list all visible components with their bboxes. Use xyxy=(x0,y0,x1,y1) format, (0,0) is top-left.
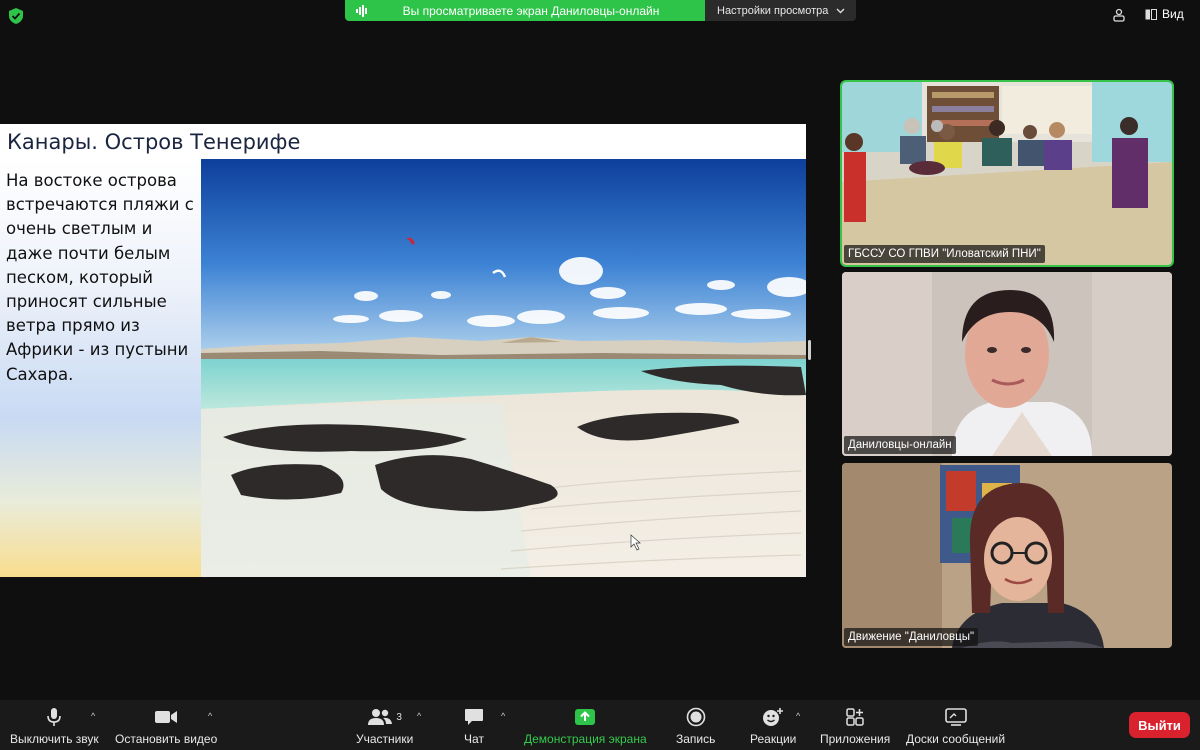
reactions-label: Реакции xyxy=(750,732,797,746)
reactions-options-caret[interactable]: ^ xyxy=(796,711,800,721)
participant-video-2 xyxy=(842,272,1172,456)
meeting-toolbar: Выключить звук ^ Остановить видео ^ 3 Уч… xyxy=(0,700,1200,750)
video-options-caret[interactable]: ^ xyxy=(208,711,212,721)
share-screen-button[interactable]: Демонстрация экрана xyxy=(524,706,647,746)
apps-icon xyxy=(846,708,864,726)
view-options-dropdown[interactable]: Настройки просмотра xyxy=(705,0,856,21)
whiteboard-icon xyxy=(944,708,967,726)
video-camera-icon xyxy=(155,711,178,723)
chat-bubble-icon xyxy=(465,709,483,725)
immersive-view-icon[interactable] xyxy=(1112,8,1126,22)
participant-name-1: ГБССУ СО ГПВИ "Иловатский ПНИ" xyxy=(844,245,1045,263)
participant-name-2: Даниловцы-онлайн xyxy=(844,436,956,454)
apps-label: Приложения xyxy=(820,732,891,746)
beach-photo xyxy=(201,159,806,577)
chat-options-caret[interactable]: ^ xyxy=(501,711,505,721)
view-button[interactable]: Вид xyxy=(1145,7,1184,21)
participant-video-1 xyxy=(842,82,1172,265)
view-options-label: Настройки просмотра xyxy=(717,4,829,17)
participant-name-3: Движение "Даниловцы" xyxy=(844,628,979,646)
apps-button[interactable]: Приложения xyxy=(820,706,890,746)
slide-text-panel: На востоке острова встречаются пляжи с о… xyxy=(0,159,201,577)
reactions-button[interactable]: Реакции xyxy=(750,706,796,746)
chat-label: Чат xyxy=(464,732,484,746)
participants-label: Участники xyxy=(356,732,414,746)
security-shield-icon[interactable] xyxy=(8,7,24,25)
mute-button[interactable]: Выключить звук xyxy=(10,706,99,746)
share-banner-text: Вы просматриваете экран Даниловцы-онлайн xyxy=(402,3,660,18)
share-screen-icon xyxy=(575,709,596,725)
mute-label: Выключить звук xyxy=(10,732,99,746)
smile-icon xyxy=(763,708,784,726)
chat-button[interactable]: Чат xyxy=(464,706,484,746)
record-icon xyxy=(686,707,705,727)
participant-tile-2[interactable]: Даниловцы-онлайн xyxy=(842,272,1172,456)
audio-options-caret[interactable]: ^ xyxy=(91,711,95,721)
participant-tile-1[interactable]: ГБССУ СО ГПВИ "Иловатский ПНИ" xyxy=(840,80,1174,267)
whiteboards-button[interactable]: Доски сообщений xyxy=(906,706,1005,746)
leave-meeting-button[interactable]: Выйти xyxy=(1129,712,1190,738)
stop-video-button[interactable]: Остановить видео xyxy=(115,706,217,746)
participants-count: 3 xyxy=(396,711,402,723)
grid-view-icon xyxy=(1145,8,1157,20)
participant-video-3 xyxy=(842,463,1172,648)
shared-screen-slide: Канары. Остров Тенерифе На востоке остро… xyxy=(0,124,806,577)
participants-icon xyxy=(368,709,393,725)
share-screen-label: Демонстрация экрана xyxy=(524,732,647,746)
record-button[interactable]: Запись xyxy=(676,706,715,746)
splitter-handle[interactable] xyxy=(808,340,811,360)
participants-options-caret[interactable]: ^ xyxy=(417,711,421,721)
view-label: Вид xyxy=(1162,7,1184,21)
microphone-icon xyxy=(47,708,62,726)
video-label: Остановить видео xyxy=(115,732,218,746)
slide-body-text: На востоке острова встречаются пляжи с о… xyxy=(6,171,194,384)
participant-tile-3[interactable]: Движение "Даниловцы" xyxy=(842,463,1172,648)
sound-bars-icon xyxy=(356,4,367,17)
screen-share-banner: Вы просматриваете экран Даниловцы-онлайн xyxy=(345,0,705,21)
chevron-down-icon xyxy=(836,8,845,13)
record-label: Запись xyxy=(676,732,716,746)
whiteboards-label: Доски сообщений xyxy=(906,732,1006,746)
participants-button[interactable]: 3 Участники xyxy=(356,706,413,746)
slide-title: Канары. Остров Тенерифе xyxy=(7,130,301,154)
